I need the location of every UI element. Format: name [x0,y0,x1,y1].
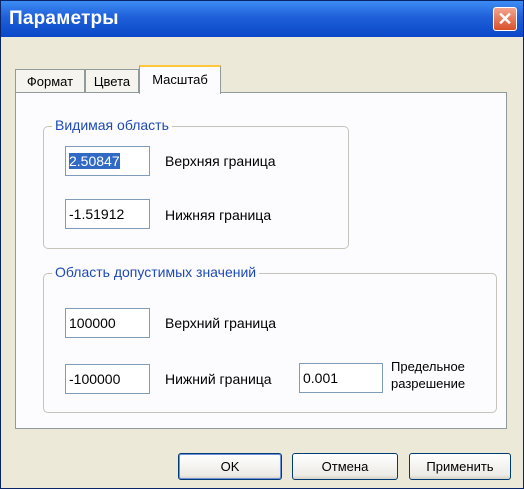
visible-upper-input[interactable]: 2.50847 [65,146,150,176]
visible-lower-label: Нижняя граница [165,207,272,223]
cancel-button[interactable]: Отмена [292,453,398,480]
visible-lower-input[interactable]: -1.51912 [65,199,150,229]
window-title: Параметры [9,8,119,29]
allowed-lower-label: Нижний граница [165,371,272,387]
tab-colors[interactable]: Цвета [85,69,139,92]
allowed-upper-label: Верхний граница [165,315,277,331]
resolution-label-line1: Предельное [391,359,465,374]
close-button[interactable]: ✕ [493,7,517,31]
allowed-lower-input[interactable]: -100000 [65,364,150,394]
visible-upper-value: 2.50847 [69,153,120,169]
apply-button[interactable]: Применить [409,453,511,480]
parameters-dialog: Параметры ✕ Формат Цвета Масштаб Видимая… [0,0,524,489]
allowed-upper-input[interactable]: 100000 [65,308,150,338]
allowed-area-title: Область допустимых значений [52,264,260,280]
tab-scale[interactable]: Масштаб [139,65,221,94]
tab-format[interactable]: Формат [15,69,85,92]
resolution-input[interactable]: 0.001 [299,363,383,393]
tab-panel-scale: Видимая область 2.50847 Верхняя граница … [15,92,507,429]
visible-area-group: Видимая область [43,117,349,249]
resolution-label-line2: разрешение [391,376,466,391]
visible-area-title: Видимая область [52,117,172,133]
visible-upper-label: Верхняя граница [165,153,276,169]
title-bar[interactable]: Параметры ✕ [1,1,523,37]
ok-button[interactable]: OK [178,453,282,480]
close-icon: ✕ [497,9,513,29]
